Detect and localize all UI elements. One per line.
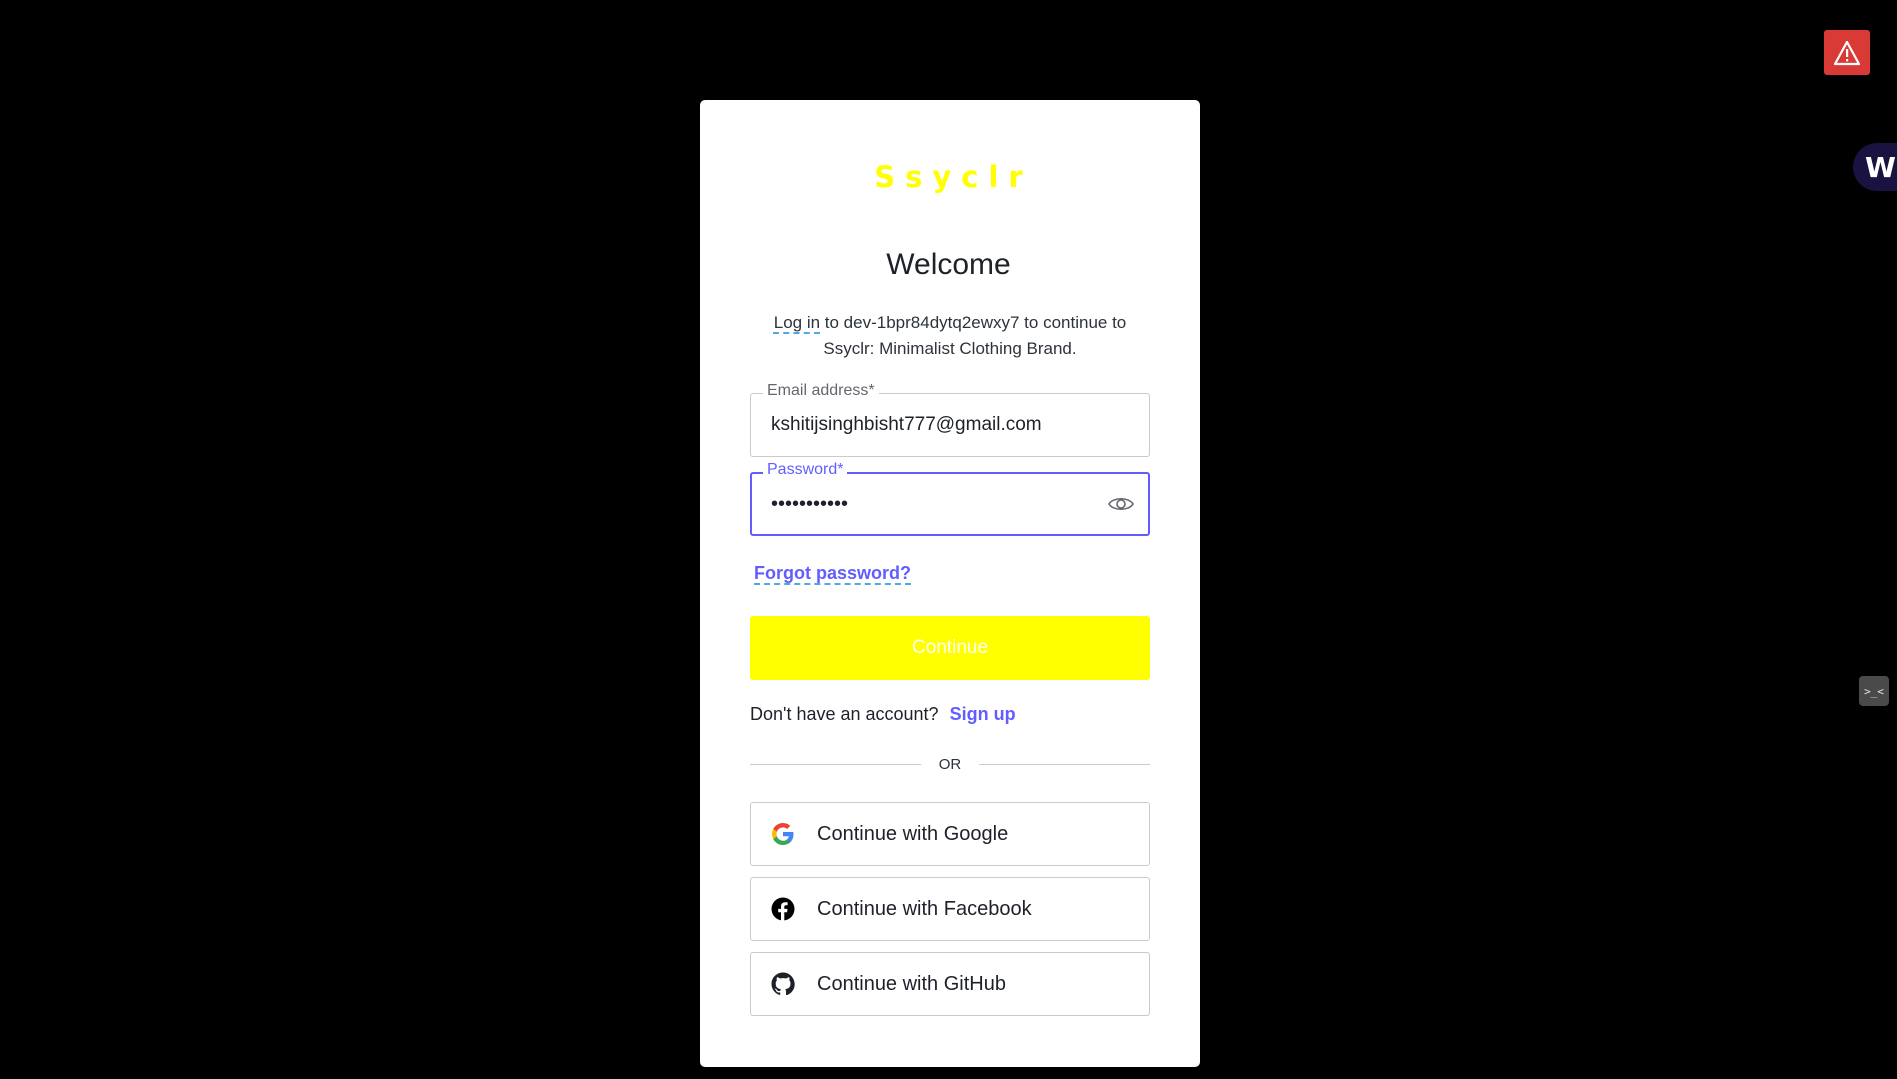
facebook-login-label: Continue with Facebook xyxy=(817,897,1032,920)
show-password-icon[interactable] xyxy=(1108,494,1134,514)
signup-row: Don't have an account? Sign up xyxy=(750,704,1016,725)
email-label: Email address* xyxy=(763,382,879,400)
email-field[interactable]: Email address* kshitijsinghbisht777@gmai… xyxy=(750,382,1150,457)
email-value[interactable]: kshitijsinghbisht777@gmail.com xyxy=(771,414,1042,436)
forgot-password-link[interactable]: Forgot password? xyxy=(754,563,911,584)
warning-icon xyxy=(1833,40,1861,65)
google-login-label: Continue with Google xyxy=(817,822,1009,845)
page-title: Welcome xyxy=(886,248,1011,281)
password-value[interactable]: ••••••••••• xyxy=(771,493,848,516)
password-label: Password* xyxy=(763,461,848,479)
subtitle-text: to dev-1bpr84dytq2ewxy7 to continue to S… xyxy=(820,313,1127,358)
continue-label: Continue xyxy=(911,637,989,658)
signup-prompt: Don't have an account? xyxy=(750,704,939,724)
github-icon xyxy=(771,972,795,996)
page-subtitle: Log in to dev-1bpr84dytq2ewxy7 to contin… xyxy=(750,310,1150,362)
warning-button[interactable] xyxy=(1824,30,1870,75)
github-login-button[interactable]: Continue with GitHub xyxy=(750,952,1150,1016)
dev-tools-glyph: >_< xyxy=(1864,684,1884,698)
continue-button[interactable]: Continue xyxy=(750,616,1150,680)
or-divider: OR xyxy=(750,755,1150,775)
password-field[interactable]: Password* ••••••••••• xyxy=(750,461,1150,536)
divider-line-right xyxy=(979,764,1150,765)
brand-logo: Ssyclr xyxy=(874,160,1033,194)
github-login-label: Continue with GitHub xyxy=(817,972,1006,995)
facebook-login-button[interactable]: Continue with Facebook xyxy=(750,877,1150,941)
google-login-button[interactable]: Continue with Google xyxy=(750,802,1150,866)
dev-tools-button[interactable]: >_< xyxy=(1859,676,1889,706)
google-icon xyxy=(771,822,795,846)
login-link[interactable]: Log in xyxy=(774,313,820,332)
signup-link[interactable]: Sign up xyxy=(950,704,1016,724)
facebook-icon xyxy=(771,897,795,921)
